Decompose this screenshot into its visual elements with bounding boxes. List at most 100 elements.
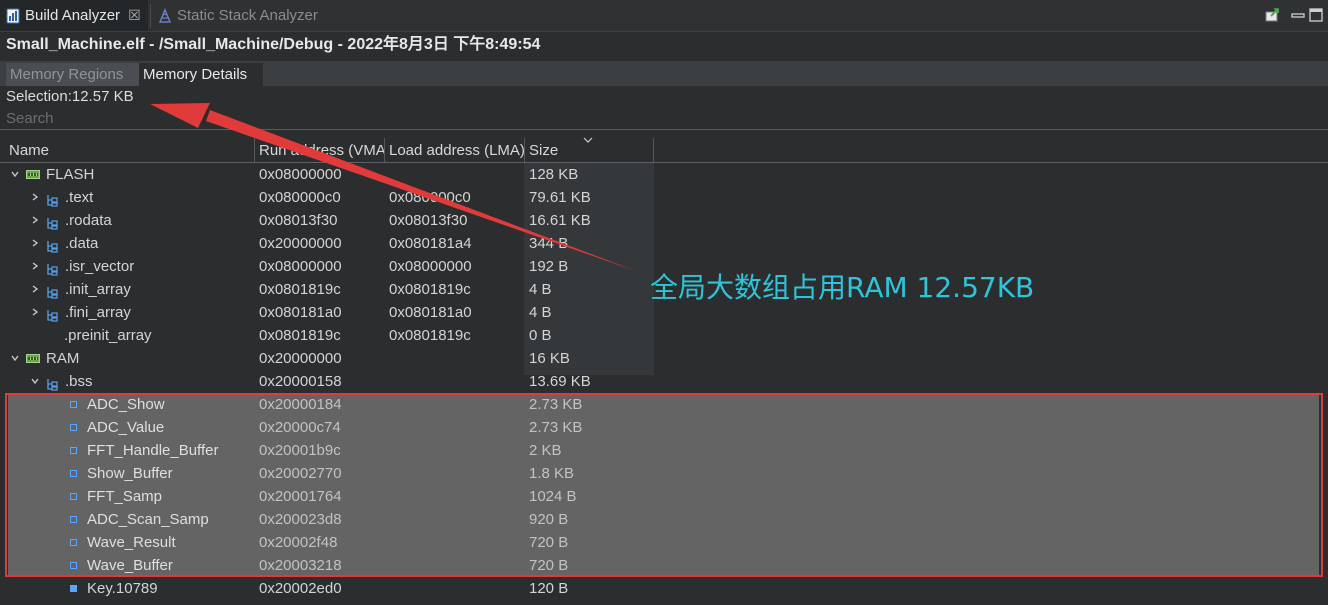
- table-row[interactable]: FFT_Handle_Buffer 0x20001b9c 2 KB: [8, 439, 1319, 462]
- lma-cell: 0x08013f30: [389, 212, 468, 229]
- row-name: Key.10789: [87, 580, 158, 597]
- lma-cell: [389, 485, 523, 508]
- vma-cell: 0x08000000: [259, 166, 342, 183]
- chevron-right-icon[interactable]: [28, 260, 42, 274]
- vma-cell: 0x20000184: [259, 396, 342, 413]
- size-cell: 344 B: [529, 235, 569, 252]
- size-cell: 720 B: [529, 557, 569, 574]
- section-icon: [46, 237, 59, 253]
- name-cell: .preinit_array: [28, 324, 258, 347]
- vma-cell: 0x20001b9c: [259, 442, 341, 459]
- tab-static-stack-analyzer[interactable]: Static Stack Analyzer: [152, 0, 330, 31]
- tab-static-stack-analyzer-label: Static Stack Analyzer: [177, 7, 318, 24]
- chevron-right-icon[interactable]: [28, 214, 42, 228]
- size-cell: 4 B: [529, 281, 552, 298]
- export-icon[interactable]: [1262, 5, 1282, 25]
- size-cell: 16 KB: [529, 350, 570, 367]
- maximize-icon[interactable]: [1306, 5, 1326, 25]
- chevron-right-icon[interactable]: [28, 306, 42, 320]
- lma-cell: [389, 163, 523, 186]
- lma-cell: [389, 462, 523, 485]
- chevron-right-icon[interactable]: [28, 283, 42, 297]
- name-cell: .fini_array: [28, 301, 258, 324]
- row-name: .fini_array: [65, 304, 131, 321]
- table-header: Name Run address (VMA) Load address (LMA…: [0, 137, 1328, 163]
- size-cell: 16.61 KB: [529, 212, 591, 229]
- section-icon: [46, 214, 59, 230]
- table-row[interactable]: FFT_Samp 0x20001764 1024 B: [8, 485, 1319, 508]
- selection-summary: Selection:12.57 KB: [6, 88, 134, 105]
- row-name: .preinit_array: [64, 327, 152, 344]
- stack-analyzer-icon: [158, 7, 172, 23]
- tab-memory-regions[interactable]: Memory Regions: [6, 63, 139, 86]
- column-header-vma[interactable]: Run address (VMA): [255, 138, 384, 162]
- table-row[interactable]: ADC_Value 0x20000c74 2.73 KB: [8, 416, 1319, 439]
- name-cell: FFT_Handle_Buffer: [48, 439, 258, 462]
- minimize-icon[interactable]: [1288, 5, 1308, 25]
- table-row[interactable]: .text 0x080000c0 0x080000c0 79.61 KB: [0, 186, 1328, 209]
- table-row[interactable]: RAM 0x20000000 16 KB: [0, 347, 1328, 370]
- lma-cell: 0x080000c0: [389, 189, 471, 206]
- row-name: FFT_Samp: [87, 488, 163, 505]
- table-row[interactable]: .bss 0x20000158 13.69 KB: [0, 370, 1328, 393]
- row-name: FFT_Handle_Buffer: [87, 442, 219, 459]
- name-cell: .isr_vector: [28, 255, 258, 278]
- vma-cell: 0x080000c0: [259, 189, 341, 206]
- memory-region-icon: [26, 170, 40, 179]
- name-cell: ADC_Show: [48, 393, 258, 416]
- table-row[interactable]: ADC_Show 0x20000184 2.73 KB: [8, 393, 1319, 416]
- lma-cell: 0x08000000: [389, 258, 472, 275]
- vma-cell: 0x20001764: [259, 488, 342, 505]
- size-cell: 1024 B: [529, 488, 577, 505]
- chevron-down-icon[interactable]: [8, 168, 22, 182]
- column-header-name[interactable]: Name: [5, 138, 253, 162]
- symbol-icon: [70, 539, 77, 546]
- chevron-right-icon[interactable]: [28, 237, 42, 251]
- table-row[interactable]: .rodata 0x08013f30 0x08013f30 16.61 KB: [0, 209, 1328, 232]
- sort-descending-icon: [583, 137, 593, 143]
- name-cell: .init_array: [28, 278, 258, 301]
- chevron-right-icon[interactable]: [28, 191, 42, 205]
- vma-cell: 0x08013f30: [259, 212, 338, 229]
- tab-memory-details[interactable]: Memory Details: [139, 63, 263, 86]
- column-header-lma[interactable]: Load address (LMA): [385, 138, 524, 162]
- vma-cell: 0x08000000: [259, 258, 342, 275]
- lma-cell: [389, 416, 523, 439]
- chevron-down-icon[interactable]: [28, 375, 42, 389]
- row-name: .data: [65, 235, 99, 252]
- row-name: RAM: [46, 350, 80, 367]
- vma-cell: 0x20002ed0: [259, 580, 342, 597]
- table-row[interactable]: FLASH 0x08000000 128 KB: [0, 163, 1328, 186]
- table-row[interactable]: .preinit_array 0x0801819c 0x0801819c 0 B: [0, 324, 1328, 347]
- symbol-icon: [70, 562, 77, 569]
- symbol-icon: [70, 516, 77, 523]
- row-name: Wave_Result: [87, 534, 176, 551]
- search-input[interactable]: Search: [0, 108, 1328, 130]
- tab-build-analyzer[interactable]: Build Analyzer ☒: [0, 0, 148, 31]
- table-row[interactable]: Show_Buffer 0x20002770 1.8 KB: [8, 462, 1319, 485]
- lma-cell: [389, 531, 523, 554]
- table-row[interactable]: Wave_Buffer 0x20003218 720 B: [8, 554, 1319, 577]
- table-row[interactable]: .data 0x20000000 0x080181a4 344 B: [0, 232, 1328, 255]
- name-cell: ADC_Scan_Samp: [48, 508, 258, 531]
- table-row[interactable]: Wave_Result 0x20002f48 720 B: [8, 531, 1319, 554]
- name-cell: Show_Buffer: [48, 462, 258, 485]
- size-cell: 4 B: [529, 304, 552, 321]
- close-icon[interactable]: ☒: [128, 7, 141, 24]
- row-name: ADC_Show: [87, 396, 165, 413]
- size-cell: 720 B: [529, 534, 569, 551]
- table-row[interactable]: Key.10789 0x20002ed0 120 B: [0, 577, 1328, 600]
- name-cell: FFT_Samp: [48, 485, 258, 508]
- name-cell: .rodata: [28, 209, 258, 232]
- name-cell: Wave_Buffer: [48, 554, 258, 577]
- chevron-down-icon[interactable]: [8, 352, 22, 366]
- column-divider[interactable]: [653, 138, 654, 162]
- symbol-icon: [70, 401, 77, 408]
- table-row[interactable]: ADC_Scan_Samp 0x200023d8 920 B: [8, 508, 1319, 531]
- size-cell: 2.73 KB: [529, 396, 583, 413]
- lma-cell: [389, 347, 523, 370]
